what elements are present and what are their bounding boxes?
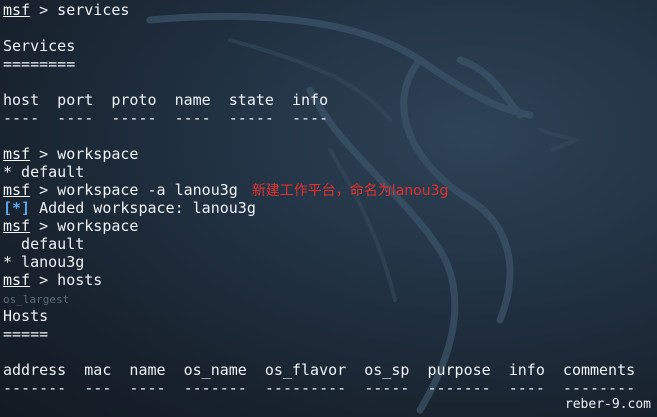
- msf-prompt: msf: [3, 1, 31, 19]
- annotation-note: 新建工作平台，命名为lanou3g: [251, 183, 449, 199]
- output-line: host port proto name state info: [3, 91, 329, 109]
- msf-prompt: msf: [3, 271, 31, 289]
- output-line: address mac name os_name os_flavor os_sp…: [3, 361, 636, 379]
- output-line: =====: [3, 325, 49, 343]
- command-text: > workspace -a lanou3g: [30, 181, 238, 199]
- info-text: Added workspace: lanou3g: [30, 199, 256, 217]
- msf-prompt: msf: [3, 217, 31, 235]
- output-line: ---- ---- ----- ---- ----- ----: [3, 109, 329, 127]
- command-line: msf > services: [3, 1, 129, 19]
- output-line: * lanou3g: [3, 253, 85, 271]
- command-text: > workspace: [30, 145, 139, 163]
- msf-prompt: msf: [3, 181, 31, 199]
- terminal-window[interactable]: msf > services Services ======== host port …: [0, 0, 657, 417]
- command-line: msf > workspace: [3, 217, 138, 235]
- command-text: > hosts: [30, 271, 103, 289]
- output-line: ========: [3, 55, 76, 73]
- command-line: msf > hosts: [3, 271, 102, 289]
- output-line: Services: [3, 37, 76, 55]
- command-line: msf > workspace -a lanou3g 新建工作平台，命名为lano…: [3, 181, 448, 199]
- msf-prompt: msf: [3, 145, 31, 163]
- watermark-text: reber-9.com: [564, 397, 651, 412]
- command-line: msf > workspace: [3, 145, 138, 163]
- faded-text: os_largest: [3, 289, 69, 307]
- faded-label: os_largest: [3, 293, 70, 306]
- output-line: default: [3, 235, 85, 253]
- command-text: > workspace: [30, 217, 139, 235]
- info-tag: [*]: [3, 199, 31, 217]
- output-line: * default: [3, 163, 85, 181]
- command-text: > services: [30, 1, 130, 19]
- output-line: ------- --- ---- ------- --------- -----…: [3, 379, 636, 397]
- info-line: [*] Added workspace: lanou3g: [3, 199, 256, 217]
- output-line: Hosts: [3, 307, 49, 325]
